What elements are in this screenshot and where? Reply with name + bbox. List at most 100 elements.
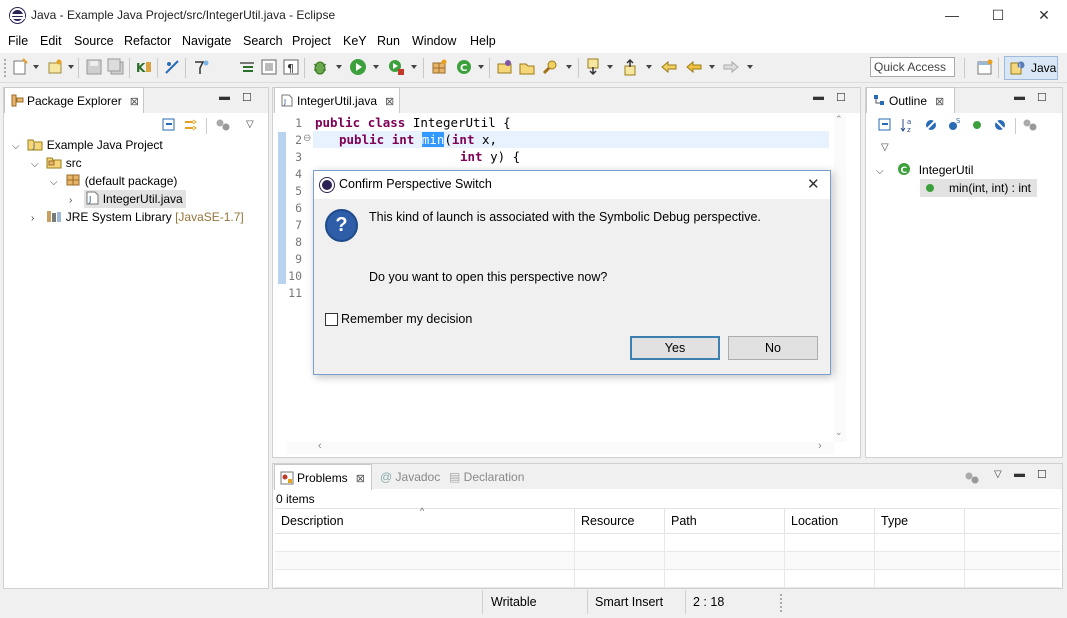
- menu-search[interactable]: Search: [243, 34, 283, 48]
- remember-decision-label[interactable]: Remember my decision: [341, 312, 472, 326]
- minimize-view-button[interactable]: ▬: [1014, 468, 1025, 480]
- tab-package-explorer[interactable]: Package Explorer ⊠: [4, 87, 144, 113]
- java-perspective-button[interactable]: J Java: [1004, 56, 1058, 80]
- fold-collapse-icon[interactable]: ⊖: [303, 133, 311, 144]
- minimize-view-button[interactable]: ▬: [1014, 91, 1025, 103]
- menu-help[interactable]: Help: [470, 34, 496, 48]
- menu-key[interactable]: KeY: [343, 34, 367, 48]
- menu-refactor[interactable]: Refactor: [124, 34, 171, 48]
- maximize-view-button[interactable]: ☐: [1037, 91, 1047, 104]
- debug-dropdown-icon[interactable]: [336, 65, 342, 69]
- forward-icon[interactable]: [722, 58, 740, 76]
- editor-horizontal-scrollbar[interactable]: [287, 442, 834, 454]
- external-tool-dropdown-icon[interactable]: [411, 65, 417, 69]
- run-icon[interactable]: [349, 58, 367, 76]
- close-tab-icon[interactable]: ⊠: [385, 96, 394, 108]
- back-icon[interactable]: [685, 58, 703, 76]
- scroll-right-arrow-icon[interactable]: ›: [818, 440, 822, 452]
- toolbar-grip[interactable]: [4, 59, 6, 77]
- code-line-2[interactable]: public int min(int x,: [339, 132, 497, 147]
- open-perspective-icon[interactable]: [976, 58, 994, 76]
- outline-class-item[interactable]: ⌵ C IntegerUtil: [876, 161, 973, 179]
- hide-non-public-icon[interactable]: [969, 117, 985, 133]
- show-whitespace-icon[interactable]: ¶: [282, 58, 300, 76]
- previous-annotation-icon[interactable]: [622, 58, 640, 76]
- view-menu-chevron-icon[interactable]: ▽: [994, 469, 1002, 480]
- new-folder-icon[interactable]: [46, 58, 64, 76]
- quick-access-input[interactable]: Quick Access: [870, 57, 955, 77]
- code-line-3[interactable]: int y) {: [460, 149, 520, 164]
- column-resource[interactable]: Resource: [575, 509, 665, 535]
- maximize-button[interactable]: ☐: [975, 0, 1021, 31]
- sort-icon[interactable]: az: [900, 117, 916, 133]
- dialog-close-button[interactable]: ✕: [807, 175, 820, 193]
- column-path[interactable]: Path: [665, 509, 785, 535]
- collapse-all-icon[interactable]: [878, 118, 892, 132]
- search-icon[interactable]: [541, 58, 559, 76]
- editor-vertical-scrollbar[interactable]: [834, 114, 846, 442]
- expand-chevron-icon[interactable]: ⌵: [50, 174, 62, 192]
- outline-method-item[interactable]: min(int, int) : int: [920, 179, 1037, 197]
- hide-local-types-icon[interactable]: [992, 117, 1008, 133]
- open-task-icon[interactable]: [518, 58, 536, 76]
- column-description[interactable]: Description: [275, 509, 575, 535]
- scroll-up-arrow-icon[interactable]: ⌃: [835, 114, 843, 125]
- column-type[interactable]: Type: [875, 509, 965, 535]
- debug-icon[interactable]: [311, 58, 329, 76]
- expand-chevron-icon[interactable]: ⌵: [876, 163, 888, 181]
- tree-item-integerutil-file[interactable]: › J IntegerUtil.java: [69, 190, 186, 208]
- minimize-button[interactable]: —: [929, 0, 975, 31]
- menu-navigate[interactable]: Navigate: [182, 34, 231, 48]
- hide-static-members-icon[interactable]: S: [946, 117, 962, 133]
- new-dropdown-icon[interactable]: [33, 65, 39, 69]
- new-icon[interactable]: [11, 58, 29, 76]
- new-java-class-icon[interactable]: C: [455, 58, 473, 76]
- collapse-chevron-icon[interactable]: ›: [31, 210, 43, 228]
- status-grip[interactable]: [780, 594, 782, 612]
- close-tab-icon[interactable]: ⊠: [130, 96, 139, 108]
- view-menu-filters-icon[interactable]: [215, 118, 231, 132]
- run-dropdown-icon[interactable]: [373, 65, 379, 69]
- save-all-icon[interactable]: [107, 58, 125, 76]
- tree-item-jre[interactable]: › JRE System Library [JavaSE-1.7]: [31, 208, 244, 226]
- no-button[interactable]: No: [728, 336, 818, 360]
- maximize-view-button[interactable]: ☐: [242, 91, 252, 104]
- previous-annotation-dropdown-icon[interactable]: [646, 65, 652, 69]
- expand-chevron-icon[interactable]: ⌵: [12, 138, 24, 156]
- menu-project[interactable]: Project: [292, 34, 331, 48]
- forward-dropdown-icon[interactable]: [747, 65, 753, 69]
- new-folder-dropdown-icon[interactable]: [68, 65, 74, 69]
- search-dropdown-icon[interactable]: [566, 65, 572, 69]
- skip-breakpoints-icon[interactable]: [163, 58, 181, 76]
- maximize-view-button[interactable]: ☐: [1037, 468, 1047, 481]
- tab-outline[interactable]: Outline ⊠: [866, 87, 955, 113]
- open-type-icon[interactable]: [496, 58, 514, 76]
- minimize-view-button[interactable]: ▬: [219, 91, 230, 103]
- menu-window[interactable]: Window: [412, 34, 456, 48]
- link-with-editor-icon[interactable]: [183, 118, 199, 132]
- tab-problems[interactable]: Problems ⊠: [274, 464, 372, 490]
- show-selected-icon[interactable]: [238, 58, 256, 76]
- view-menu-chevron-icon[interactable]: ▽: [246, 119, 254, 130]
- expand-chevron-icon[interactable]: ⌵: [31, 156, 43, 174]
- save-icon[interactable]: [85, 58, 103, 76]
- yes-button[interactable]: Yes: [630, 336, 720, 360]
- minimize-editor-button[interactable]: ▬: [813, 91, 824, 103]
- next-annotation-dropdown-icon[interactable]: [607, 65, 613, 69]
- close-tab-icon[interactable]: ⊠: [935, 96, 944, 108]
- tree-item-src[interactable]: ⌵ src: [31, 154, 82, 172]
- tab-javadoc[interactable]: @ Javadoc: [380, 470, 440, 484]
- block-selection-icon[interactable]: [260, 58, 278, 76]
- tree-item-project[interactable]: ⌵ J Example Java Project: [12, 136, 163, 154]
- collapse-all-icon[interactable]: [162, 118, 176, 132]
- toggle-mark-occurrences-icon[interactable]: [192, 58, 210, 76]
- problems-filter-icon[interactable]: [964, 471, 980, 485]
- hide-fields-icon[interactable]: [923, 117, 939, 133]
- new-class-dropdown-icon[interactable]: [478, 65, 484, 69]
- column-location[interactable]: Location: [785, 509, 875, 535]
- code-line-1[interactable]: public class IntegerUtil {: [315, 115, 511, 130]
- menu-edit[interactable]: Edit: [40, 34, 62, 48]
- last-edit-location-icon[interactable]: [660, 58, 678, 76]
- close-window-button[interactable]: ✕: [1021, 0, 1067, 31]
- scroll-left-arrow-icon[interactable]: ‹: [318, 440, 322, 452]
